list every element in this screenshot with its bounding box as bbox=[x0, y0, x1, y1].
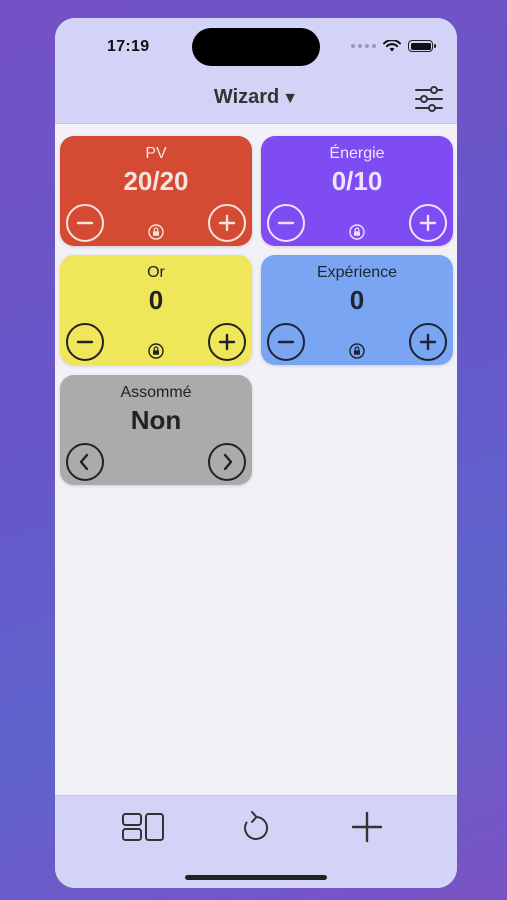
counter-card-or: Or 0 bbox=[60, 255, 252, 365]
lock-icon[interactable] bbox=[148, 224, 164, 240]
lock-icon[interactable] bbox=[148, 343, 164, 359]
sliders-icon[interactable] bbox=[415, 86, 443, 112]
reset-button[interactable] bbox=[234, 810, 278, 844]
signal-icon bbox=[351, 44, 376, 48]
dynamic-island bbox=[192, 28, 320, 66]
layout-icon bbox=[122, 813, 164, 841]
lock-icon[interactable] bbox=[349, 224, 365, 240]
layout-button[interactable] bbox=[121, 810, 165, 844]
plus-icon bbox=[419, 333, 437, 351]
counter-value[interactable]: 0 bbox=[261, 285, 453, 316]
counter-card-energie: Énergie 0/10 bbox=[261, 136, 453, 246]
lock-icon[interactable] bbox=[349, 343, 365, 359]
chevron-left-icon bbox=[79, 453, 89, 471]
decrement-button[interactable] bbox=[267, 204, 305, 242]
add-button[interactable] bbox=[345, 810, 389, 844]
status-icons bbox=[351, 40, 436, 52]
app-screen: 17:19 Wizard ▼ PV 20/20 Énergie 0/10 Or … bbox=[55, 18, 457, 888]
toggle-label: Assommé bbox=[120, 384, 192, 401]
increment-button[interactable] bbox=[409, 204, 447, 242]
minus-icon bbox=[76, 221, 94, 225]
plus-icon bbox=[419, 214, 437, 232]
character-selector[interactable]: Wizard ▼ bbox=[55, 86, 457, 109]
counter-card-pv: PV 20/20 bbox=[60, 136, 252, 246]
decrement-button[interactable] bbox=[66, 323, 104, 361]
header-bar: 17:19 Wizard ▼ bbox=[55, 18, 457, 124]
next-option-button[interactable] bbox=[208, 443, 246, 481]
increment-button[interactable] bbox=[409, 323, 447, 361]
previous-option-button[interactable] bbox=[66, 443, 104, 481]
plus-icon bbox=[218, 214, 236, 232]
counter-label: Or bbox=[147, 264, 165, 281]
counter-label: Expérience bbox=[316, 264, 398, 281]
toggle-value[interactable]: Non bbox=[60, 405, 252, 436]
increment-button[interactable] bbox=[208, 323, 246, 361]
plus-icon bbox=[218, 333, 236, 351]
minus-icon bbox=[277, 221, 295, 225]
refresh-icon bbox=[244, 811, 268, 840]
minus-icon bbox=[277, 340, 295, 344]
chevron-right-icon bbox=[223, 453, 233, 471]
battery-icon bbox=[408, 40, 436, 52]
counter-value[interactable]: 0/10 bbox=[261, 166, 453, 197]
counter-label: PV bbox=[145, 145, 167, 162]
counter-card-experience: Expérience 0 bbox=[261, 255, 453, 365]
increment-button[interactable] bbox=[208, 204, 246, 242]
decrement-button[interactable] bbox=[267, 323, 305, 361]
status-time: 17:19 bbox=[107, 38, 150, 55]
bottom-toolbar bbox=[55, 795, 457, 888]
plus-icon bbox=[351, 811, 383, 843]
counter-value[interactable]: 20/20 bbox=[60, 166, 252, 197]
home-indicator bbox=[185, 875, 327, 880]
page-title: Wizard bbox=[213, 86, 280, 108]
counter-value[interactable]: 0 bbox=[60, 285, 252, 316]
toggle-card-assomme: Assommé Non bbox=[60, 375, 252, 485]
dropdown-caret-icon: ▼ bbox=[282, 90, 299, 107]
decrement-button[interactable] bbox=[66, 204, 104, 242]
minus-icon bbox=[76, 340, 94, 344]
wifi-icon bbox=[383, 40, 401, 52]
counter-label: Énergie bbox=[329, 145, 385, 162]
